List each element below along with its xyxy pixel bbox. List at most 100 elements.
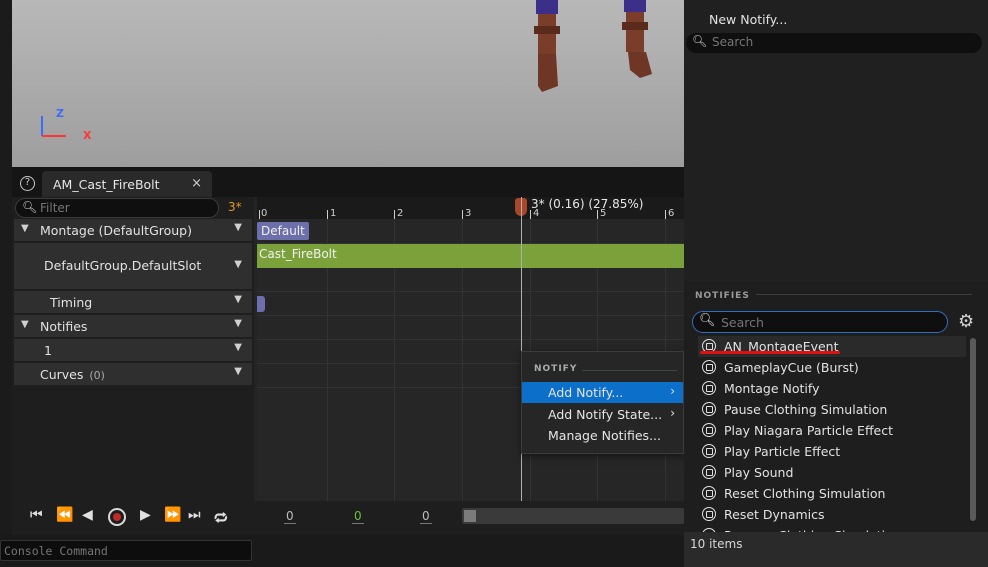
skip-to-start-icon[interactable]: ⏮ [30, 507, 43, 523]
timeline-tracks[interactable]: 0 1 2 3 4 5 6 3* (0.16) (27.85%) Default… [257, 197, 684, 501]
chevron-down-icon[interactable]: ▼ [234, 318, 242, 329]
character-feet [534, 0, 652, 92]
row-default-slot[interactable]: DefaultGroup.DefaultSlot ▼ [14, 243, 252, 289]
tick-mark [597, 210, 598, 219]
tab-close-icon[interactable]: × [191, 176, 202, 191]
row-notifies[interactable]: ▼ Notifies ▼ [14, 315, 252, 337]
section-divider [756, 294, 972, 295]
row-label: DefaultGroup.DefaultSlot [44, 258, 202, 273]
row-label: Curves (0) [40, 367, 105, 382]
chevron-right-icon: › [670, 384, 675, 398]
list-scrollbar[interactable] [970, 338, 976, 521]
menu-item-manage-notifies[interactable]: Manage Notifies... [522, 425, 683, 446]
items-count: 10 items [690, 537, 743, 551]
menu-section-header: NOTIFY [534, 364, 578, 374]
row-montage-group[interactable]: ▼ Montage (DefaultGroup) ▼ [14, 219, 252, 241]
timeline-scrollbar[interactable] [462, 508, 684, 524]
play-icon[interactable]: ▶ [140, 507, 151, 523]
playhead-label: 3* (0.16) (27.85%) [531, 197, 644, 211]
list-item-label: Montage Notify [724, 381, 820, 396]
tick-mark [665, 210, 666, 219]
notifies-search-input[interactable] [721, 314, 941, 330]
tab-title: AM_Cast_FireBolt [53, 177, 160, 192]
list-item[interactable]: Play Particle Effect [698, 441, 966, 462]
record-icon[interactable] [108, 508, 126, 526]
section-default-chip[interactable]: Default [257, 222, 309, 240]
chevron-down-icon[interactable]: ▼ [234, 366, 242, 377]
chevron-right-icon: › [670, 406, 675, 420]
filter-input[interactable] [40, 200, 210, 216]
new-notify-item[interactable]: New Notify... [709, 12, 787, 27]
loop-icon[interactable]: 🔁︎ [214, 507, 228, 528]
tick-label: 0 [261, 208, 268, 219]
row-label: Montage (DefaultGroup) [40, 223, 192, 238]
row-label: 1 [44, 343, 52, 358]
list-item[interactable]: Reset Dynamics [698, 504, 966, 525]
axis-z-label: Z [56, 107, 64, 120]
list-item[interactable]: Reset Clothing Simulation [698, 483, 966, 504]
console-command-input[interactable] [4, 543, 244, 558]
timing-marker[interactable] [257, 296, 265, 312]
expand-arrow-icon[interactable]: ▼ [21, 319, 29, 330]
gear-icon[interactable]: ⚙ [958, 311, 974, 332]
tick-mark [530, 210, 531, 219]
step-back-icon[interactable]: ⏪ [56, 507, 73, 523]
notify-context-menu: NOTIFY Add Notify... › Add Notify State.… [521, 351, 684, 454]
chevron-down-icon[interactable]: ▼ [234, 222, 242, 233]
list-item-label: Reset Dynamics [724, 507, 825, 522]
skeleton-notifies-section: New Notify... 🔍︎ [684, 0, 988, 282]
menu-item-add-notify-state[interactable]: Add Notify State... › [522, 404, 683, 425]
tick-label: 3 [465, 208, 472, 219]
range-start-field[interactable]: 0 [284, 509, 296, 524]
notifies-search-box[interactable]: 🔍︎ [692, 311, 948, 333]
unreal-class-icon [702, 486, 716, 500]
play-reverse-icon[interactable]: ◀ [82, 507, 93, 523]
list-item[interactable]: GameplayCue (Burst) [698, 357, 966, 378]
chevron-down-icon[interactable]: ▼ [234, 259, 242, 270]
row-label: Timing [50, 295, 93, 310]
timeline-ruler[interactable]: 0 1 2 3 4 5 6 3* (0.16) (27.85%) [257, 197, 684, 219]
filter-box[interactable]: 🔍︎ [15, 198, 219, 218]
chevron-down-icon[interactable]: ▼ [234, 294, 242, 305]
current-frame-field[interactable]: 0 [352, 509, 364, 524]
list-item-label: Reset Clothing Simulation [724, 486, 886, 501]
skeleton-search-input[interactable] [712, 34, 972, 50]
search-icon: 🔍︎ [699, 313, 716, 328]
list-item[interactable]: Play Niagara Particle Effect [698, 420, 966, 441]
tick-label: 2 [397, 208, 404, 219]
track-divider [257, 339, 684, 340]
list-item[interactable]: Montage Notify [698, 378, 966, 399]
step-forward-icon[interactable]: ⏩ [164, 507, 181, 523]
range-end-field[interactable]: 0 [420, 509, 432, 524]
list-item[interactable]: Play Sound [698, 462, 966, 483]
list-item-label: Play Sound [724, 465, 794, 480]
skip-to-end-icon[interactable]: ⏭ [188, 507, 201, 523]
help-icon[interactable]: ? [20, 176, 35, 191]
scrollbar-thumb[interactable] [464, 510, 476, 522]
unreal-class-icon [702, 402, 716, 416]
tab-am-cast-firebolt[interactable]: AM_Cast_FireBolt × [42, 171, 212, 197]
viewport[interactable]: Z X [12, 0, 684, 167]
notify-class-list: AN_MontageEvent GameplayCue (Burst) Mont… [698, 336, 966, 536]
skeleton-search-box[interactable]: 🔍︎ [686, 33, 982, 53]
expand-arrow-icon[interactable]: ▼ [21, 223, 29, 234]
montage-slot-clip[interactable]: Cast_FireBolt [257, 244, 684, 268]
list-item[interactable]: Pause Clothing Simulation [698, 399, 966, 420]
row-curves[interactable]: Curves (0) ▼ [14, 363, 252, 385]
search-icon: 🔍︎ [692, 34, 708, 48]
list-item-label: Pause Clothing Simulation [724, 402, 888, 417]
left-edge-strip [0, 0, 12, 567]
unreal-class-icon [702, 381, 716, 395]
tick-label: 1 [330, 208, 337, 219]
playhead-line [521, 197, 522, 501]
list-item-label: Play Niagara Particle Effect [724, 423, 894, 438]
console-command-box[interactable] [0, 540, 252, 561]
row-notify-track-1[interactable]: 1 ▼ [14, 339, 252, 361]
tick-mark [327, 210, 328, 219]
notifies-section: NOTIFIES 🔍︎ ⚙ AN_MontageEvent GameplayCu… [684, 282, 988, 537]
menu-item-add-notify[interactable]: Add Notify... › [522, 382, 683, 403]
row-timing[interactable]: Timing ▼ [14, 291, 252, 313]
chevron-down-icon[interactable]: ▼ [234, 342, 242, 353]
tick-mark [259, 210, 260, 219]
menu-item-label: Add Notify... [548, 385, 624, 400]
